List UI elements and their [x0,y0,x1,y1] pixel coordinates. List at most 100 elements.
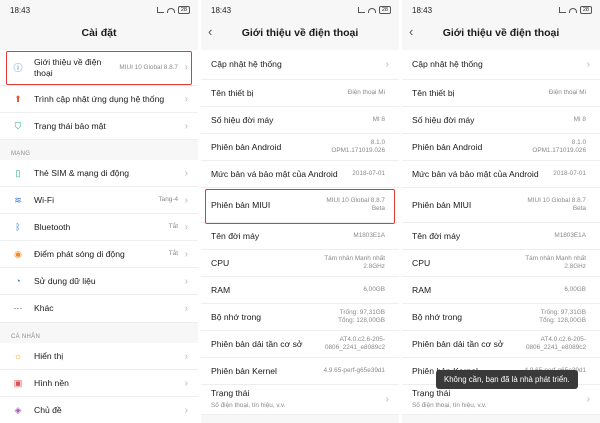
about-row-label: RAM [412,284,432,295]
about-row-label: Tên thiết bị [211,87,254,98]
about-row-label: Trạng thái [211,388,250,398]
about-row[interactable]: Phiên bản dải tần cơ sở AT4.0.c2.6-205- 08… [201,331,399,358]
page-title-text: Giới thiệu về điện thoại [442,27,560,39]
chevron-right-icon: › [184,221,188,233]
about-row-value: Điện thoại Mi [348,89,385,97]
about-row-label-group: Tên đời máy [412,231,554,242]
about-row-label-group: RAM [412,285,564,296]
about-row[interactable]: Mức bản vá bảo mật của Android 2018-07-01 [402,161,600,188]
about-row[interactable]: Phiên bản dải tần cơ sở AT4.0.c2.6-205- 08… [402,331,600,358]
about-row[interactable]: RAM 6,00GB [201,277,399,304]
about-row[interactable]: Bộ nhớ trong Trống: 97,31GB Tổng: 128,00GB [402,304,600,331]
about-row-value: 2018-07-01 [352,170,385,178]
about-row[interactable]: Tên thiết bị Điện thoại Mi [402,80,600,107]
settings-item-shield[interactable]: ⛉ Trạng thái bảo mật › [0,113,198,140]
battery-icon: 28 [378,6,391,14]
about-row[interactable]: Số hiệu đời máy MI 8 [201,107,399,134]
about-row-value: M1803E1A [554,232,586,240]
back-icon[interactable]: ‹ [208,24,212,39]
status-bar: 18:43 28 [0,0,198,20]
chevron-right-icon: › [184,303,188,314]
page-title-text: Giới thiệu về điện thoại [241,27,359,39]
about-row-value-line1: MI 8 [372,116,385,123]
settings-item-label: Điểm phát sóng di động [34,248,125,259]
about-row-label: Phiên bản Kernel [211,365,277,376]
chevron-right-icon: › [184,377,188,389]
shield-icon: ⛉ [14,120,22,131]
about-row-value-line1: Trống: 97,31GB [540,309,586,316]
settings-item-theme[interactable]: ◈ Chủ đề › [0,397,198,423]
battery-icon: 28 [579,6,592,14]
highlight-box [205,189,395,224]
about-row-label-group: Tên đời máy [211,231,353,242]
about-row-value-line1: 4.9.65-perf-g65e39d1 [323,367,385,374]
about-row-label: CPU [412,257,431,268]
about-row-label-group: Phiên bản Android [211,142,331,153]
page-title: ‹ Giới thiệu về điện thoại [201,20,399,46]
about-row-label-group: Trạng thái Số điện thoại, tín hiệu, v.v. [211,388,383,411]
about-row-label-group: Cập nhật hệ thống [412,59,584,70]
about-row[interactable]: Tên đời máy M1803E1A [201,223,399,250]
about-row-label: Tên đời máy [211,230,260,241]
page-title: Cài đặt [81,27,117,39]
about-row-label-group: RAM [211,285,363,296]
settings-item-label: Wi-Fi [34,194,55,205]
about-row-label-group: Tên thiết bị [412,88,549,99]
settings-item-wallpaper[interactable]: ▣ Hình nền › [0,370,198,397]
settings-item-update[interactable]: ⬆ Trình cập nhật ứng dụng hệ thống › [0,86,198,113]
about-row-value-line1: 6,00GB [564,286,586,293]
settings-item-label: Hình nền [34,377,69,388]
about-row-label: Trạng thái [412,388,451,398]
developer-toast: Không cần, bạn đã là nhà phát triển. [436,370,578,389]
bluetooth-icon: ᛒ [15,222,21,232]
status-bar: 18:43 28 [402,0,600,20]
settings-item-label: Thẻ SIM & mạng di động [34,167,130,178]
about-row[interactable]: RAM 6,00GB [402,277,600,304]
about-row[interactable]: CPU Tám nhân Mạnh nhất 2.8GHz [201,250,399,277]
about-row[interactable]: Phiên bản MIUI MIUI 10 Global 8.8.7 Beta [402,188,600,223]
about-row-label: Mức bản vá bảo mật của Android [412,168,539,179]
settings-item-label: Khác [34,303,54,313]
settings-item-label: Bluetooth [34,221,71,232]
about-row-value: Tám nhân Mạnh nhất 2.8GHz [324,255,385,271]
about-row[interactable]: Phiên bản Android 8.1.0 OPM1.171019.026 [201,134,399,161]
settings-item-hotspot[interactable]: ◉ Điểm phát sóng di động Tắt › [0,241,198,268]
settings-item-wifi[interactable]: ≋ Wi-Fi Tang-4 › [0,187,198,214]
settings-list-network: ▯ Thẻ SIM & mạng di động › ≋ Wi-Fi Tang-4 › ᛒ Bl… [0,160,198,323]
about-row-value-line1: 2018-07-01 [553,170,586,177]
about-row-label: Phiên bản MIUI [412,199,472,210]
settings-item-sim[interactable]: ▯ Thẻ SIM & mạng di động › [0,160,198,187]
about-row-value: 8.1.0 OPM1.171019.026 [532,139,586,155]
about-row[interactable]: Phiên bản Android 8.1.0 OPM1.171019.026 [402,134,600,161]
about-row-value: 6,00GB [564,286,586,294]
about-row[interactable]: Cập nhật hệ thống › [402,50,600,80]
theme-icon: ◈ [14,404,22,415]
about-row[interactable]: Trạng thái Số điện thoại, tín hiệu, v.v. › [201,385,399,415]
about-row-value-line2: OPM1.171019.026 [331,147,385,154]
wallpaper-icon: ▣ [13,377,23,388]
settings-item-bluetooth[interactable]: ᛒ Bluetooth Tắt › [0,214,198,241]
about-row[interactable]: Cập nhật hệ thống › [201,50,399,80]
wifi-icon: ≋ [14,194,22,205]
about-row-value: MIUI 10 Global 8.8.7 Beta [527,197,586,213]
about-row[interactable]: Tên đời máy M1803E1A [402,223,600,250]
highlight-box [6,51,192,85]
about-row-label-group: Bộ nhớ trong [412,312,539,323]
chevron-right-icon: › [184,404,188,416]
about-row[interactable]: Mức bản vá bảo mật của Android 2018-07-01 [201,161,399,188]
about-row[interactable]: Tên thiết bị Điện thoại Mi [201,80,399,107]
settings-item-more[interactable]: ⋯ Khác › [0,295,198,323]
about-list: Cập nhật hệ thống › Tên thiết bị Điện thoại… [402,50,600,415]
settings-item-display[interactable]: ☼ Hiển thị › [0,343,198,370]
about-row-label: Phiên bản dải tần cơ sở [211,338,303,349]
about-row[interactable]: Phiên bản Kernel 4.9.65-perf-g65e39d1 [201,358,399,385]
back-icon[interactable]: ‹ [409,24,413,39]
about-row[interactable]: Trạng thái Số điện thoại, tín hiệu, v.v. › [402,385,600,415]
about-row[interactable]: Bộ nhớ trong Trống: 97,31GB Tổng: 128,00GB [201,304,399,331]
about-row-value-line2: Tổng: 128,00GB [539,317,586,324]
about-row[interactable]: Số hiệu đời máy MI 8 [402,107,600,134]
settings-item-data-usage[interactable]: ◔ Sử dụng dữ liệu › [0,268,198,295]
signal-icon [156,7,164,13]
about-row[interactable]: CPU Tám nhân Mạnh nhất 2.8GHz [402,250,600,277]
about-list: Cập nhật hệ thống › Tên thiết bị Điện thoại… [201,50,399,415]
